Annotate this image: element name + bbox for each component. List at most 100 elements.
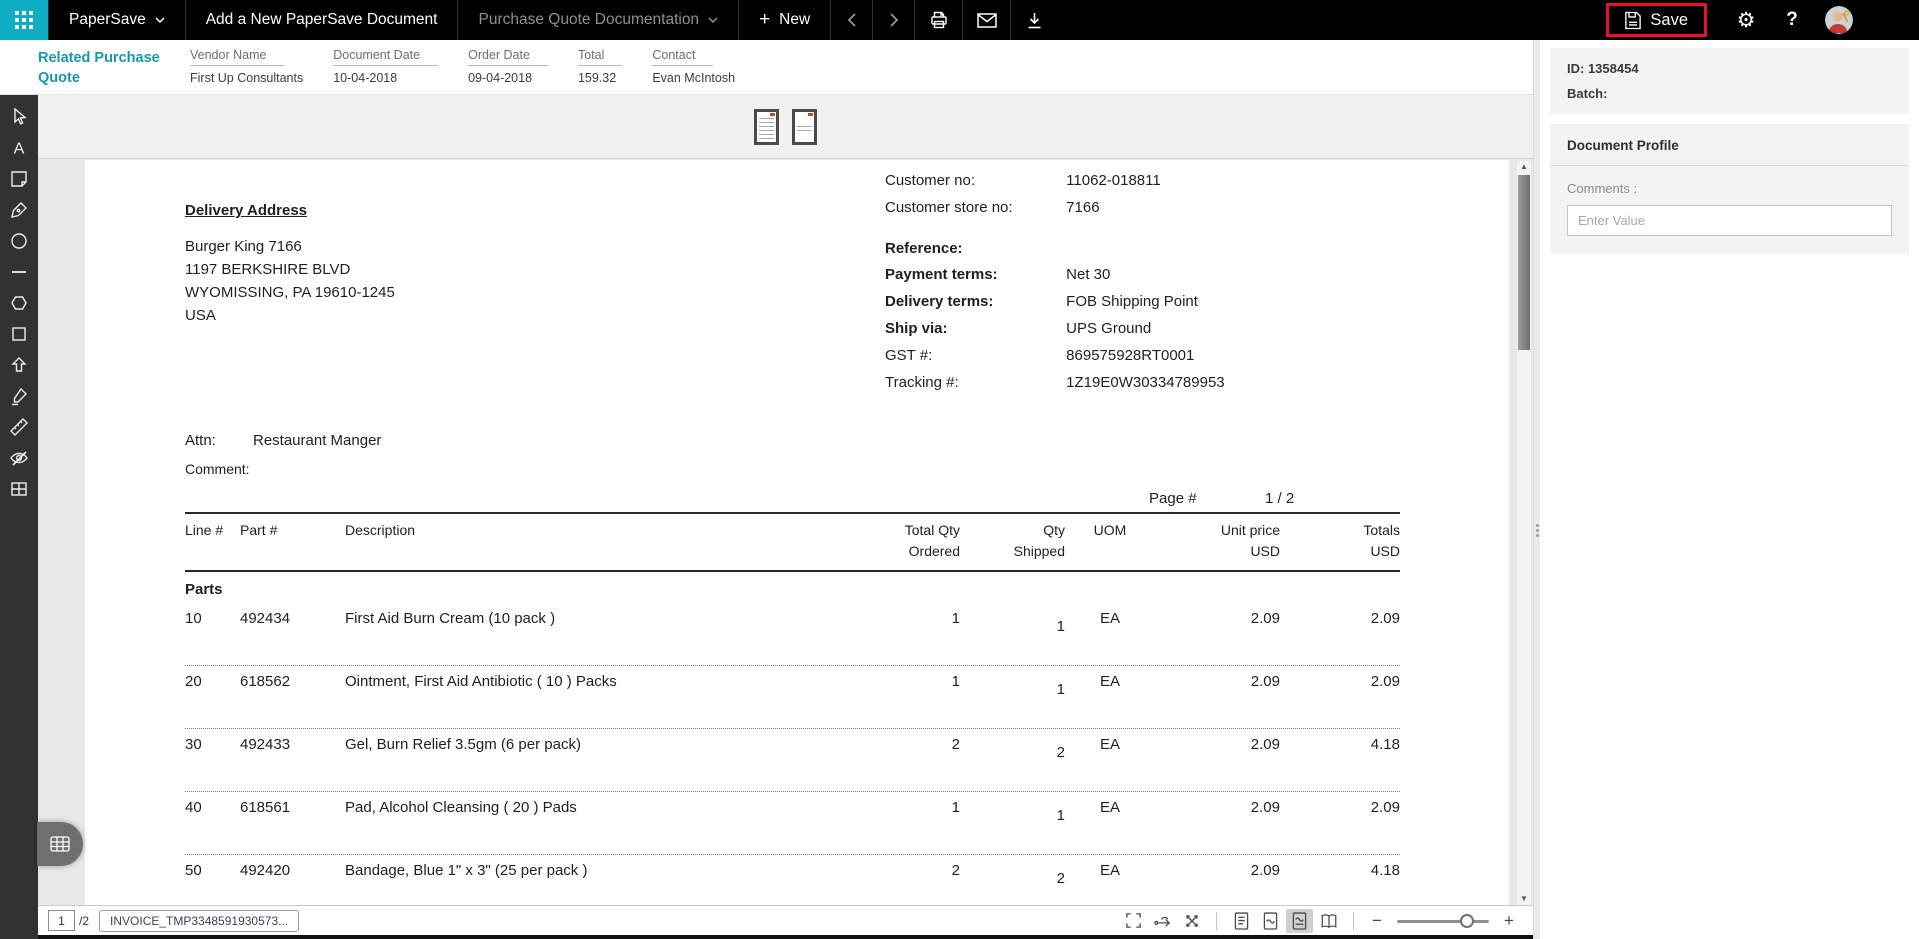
settings-button[interactable]: ⚙ [1725,0,1767,40]
scrollbar-thumb[interactable] [1518,175,1530,350]
print-button[interactable] [914,0,962,40]
delivery-address-heading: Delivery Address [185,202,395,219]
highlighter-tool[interactable] [8,385,30,406]
user-avatar[interactable] [1825,6,1853,34]
line-item-rows: 10 492434 First Aid Burn Cream (10 pack … [185,603,1400,905]
document-profile-title: Document Profile [1550,124,1909,166]
address-line: Burger King 7166 [185,235,395,258]
download-icon [1026,12,1043,29]
download-button[interactable] [1010,0,1058,40]
ruler-tool[interactable] [8,416,30,437]
app-menu-papersave[interactable]: PaperSave [48,0,185,40]
record-field-value: Evan McIntosh [652,71,735,85]
continuous-view-button[interactable] [1257,909,1284,933]
info-value: UPS Ground [1066,320,1151,337]
info-label: Delivery terms: [885,289,1062,316]
invoice-info-list: Customer no: 11062-018811 Customer store… [885,168,1225,396]
document-profile-panel: ID: 1358454 Batch: Document Profile Comm… [1540,40,1919,939]
zoom-slider-handle[interactable] [1460,914,1474,928]
zoom-out-button[interactable]: − [1365,911,1389,931]
facing-pages-view-button[interactable] [1315,909,1342,933]
page-thumbnail-1[interactable] [754,109,779,145]
record-field-value: First Up Consultants [190,71,303,85]
email-button[interactable] [962,0,1010,40]
svg-text:A: A [14,140,25,157]
single-page-view-button[interactable] [1228,909,1255,933]
grid-icon [50,836,70,852]
record-fields: Vendor Name First Up Consultants Documen… [190,48,735,85]
apps-grid-icon [15,11,33,29]
new-button[interactable]: + New [738,0,830,40]
info-label: Reference: [885,236,1062,263]
previous-document-button[interactable] [830,0,872,40]
text-tool[interactable]: A [8,137,30,158]
rectangle-tool[interactable] [8,323,30,344]
info-label: Customer no: [885,168,1062,195]
menu-add-new-document[interactable]: Add a New PaperSave Document [185,0,458,40]
batch-label: Batch: [1567,86,1892,101]
info-value: 11062-018811 [1066,172,1161,189]
chevron-down-icon [155,17,165,23]
document-id: ID: 1358454 [1567,61,1892,76]
info-value: 7166 [1066,199,1099,216]
drag-dots-icon [1536,522,1539,539]
help-button[interactable]: ? [1771,0,1813,40]
info-value: Net 30 [1066,266,1110,283]
line-item-row: 50 492420 Bandage, Blue 1" x 3" (25 per … [185,855,1400,905]
page-number-input[interactable] [48,910,75,931]
comment-row: Comment: [185,461,250,477]
topbar-right-cluster: Save ⚙ ? [1606,0,1919,40]
page-count-label: /2 [79,914,89,928]
chevron-left-icon [848,13,856,27]
page-thumbnail-strip [38,95,1533,159]
scroll-down-icon[interactable]: ▼ [1517,893,1531,905]
select-tool[interactable] [8,106,30,127]
document-file-tab[interactable]: INVOICE_TMP3348591930573... [99,910,299,932]
menu-doc-type-dropdown[interactable]: Purchase Quote Documentation [457,0,738,40]
top-app-bar: PaperSave Add a New PaperSave Document P… [0,0,1919,40]
line-items-table: Line # Part # Description Total QtyOrder… [185,512,1400,905]
note-tool[interactable] [8,168,30,189]
grid-tool[interactable] [8,478,30,499]
record-field-label: Document Date [333,48,438,66]
page-thumbnail-2[interactable] [792,109,817,145]
info-label: GST #: [885,343,1062,370]
line-item-row: 10 492434 First Aid Burn Cream (10 pack … [185,603,1400,666]
record-field: Total 159.32 [578,48,622,85]
zoom-slider[interactable] [1397,914,1489,928]
continuous-facing-view-button[interactable] [1286,909,1313,933]
clipped-info-row: Store no: 0022000 [885,160,1125,162]
polygon-tool[interactable] [8,292,30,313]
record-field: Vendor Name First Up Consultants [190,48,303,85]
address-line: USA [185,304,395,327]
panel-resize-handle[interactable] [1533,40,1540,939]
save-label: Save [1650,11,1688,30]
next-document-button[interactable] [872,0,914,40]
invoice-info-row: Customer no: 11062-018811 [885,168,1225,195]
zoom-in-button[interactable]: + [1497,911,1521,931]
hide-annotations-tool[interactable] [8,447,30,468]
info-value: FOB Shipping Point [1066,293,1198,310]
document-scrollbar[interactable]: ▲ ▼ [1517,161,1531,905]
comments-input[interactable] [1567,205,1892,236]
ellipse-tool[interactable] [8,230,30,251]
invoice-info-row: Reference: [885,236,1225,263]
pan-zoom-button[interactable] [1178,909,1205,933]
fit-page-button[interactable] [1120,909,1147,933]
scroll-up-icon[interactable]: ▲ [1517,161,1531,173]
printer-icon [929,10,949,30]
chevron-right-icon [890,13,898,27]
apps-grid-button[interactable] [0,0,48,40]
arrow-tool[interactable] [8,354,30,375]
record-field-value: 10-04-2018 [333,71,397,85]
pen-tool[interactable] [8,199,30,220]
help-icon: ? [1786,9,1798,31]
thumbnail-panel-toggle[interactable] [37,822,83,866]
info-label: Payment terms: [885,262,1062,289]
record-field-label: Contact [652,48,713,66]
line-tool[interactable] [8,261,30,282]
gear-icon: ⚙ [1737,8,1756,33]
save-button[interactable]: Save [1606,3,1707,37]
record-field: Document Date 10-04-2018 [333,48,438,85]
fit-width-button[interactable] [1149,909,1176,933]
